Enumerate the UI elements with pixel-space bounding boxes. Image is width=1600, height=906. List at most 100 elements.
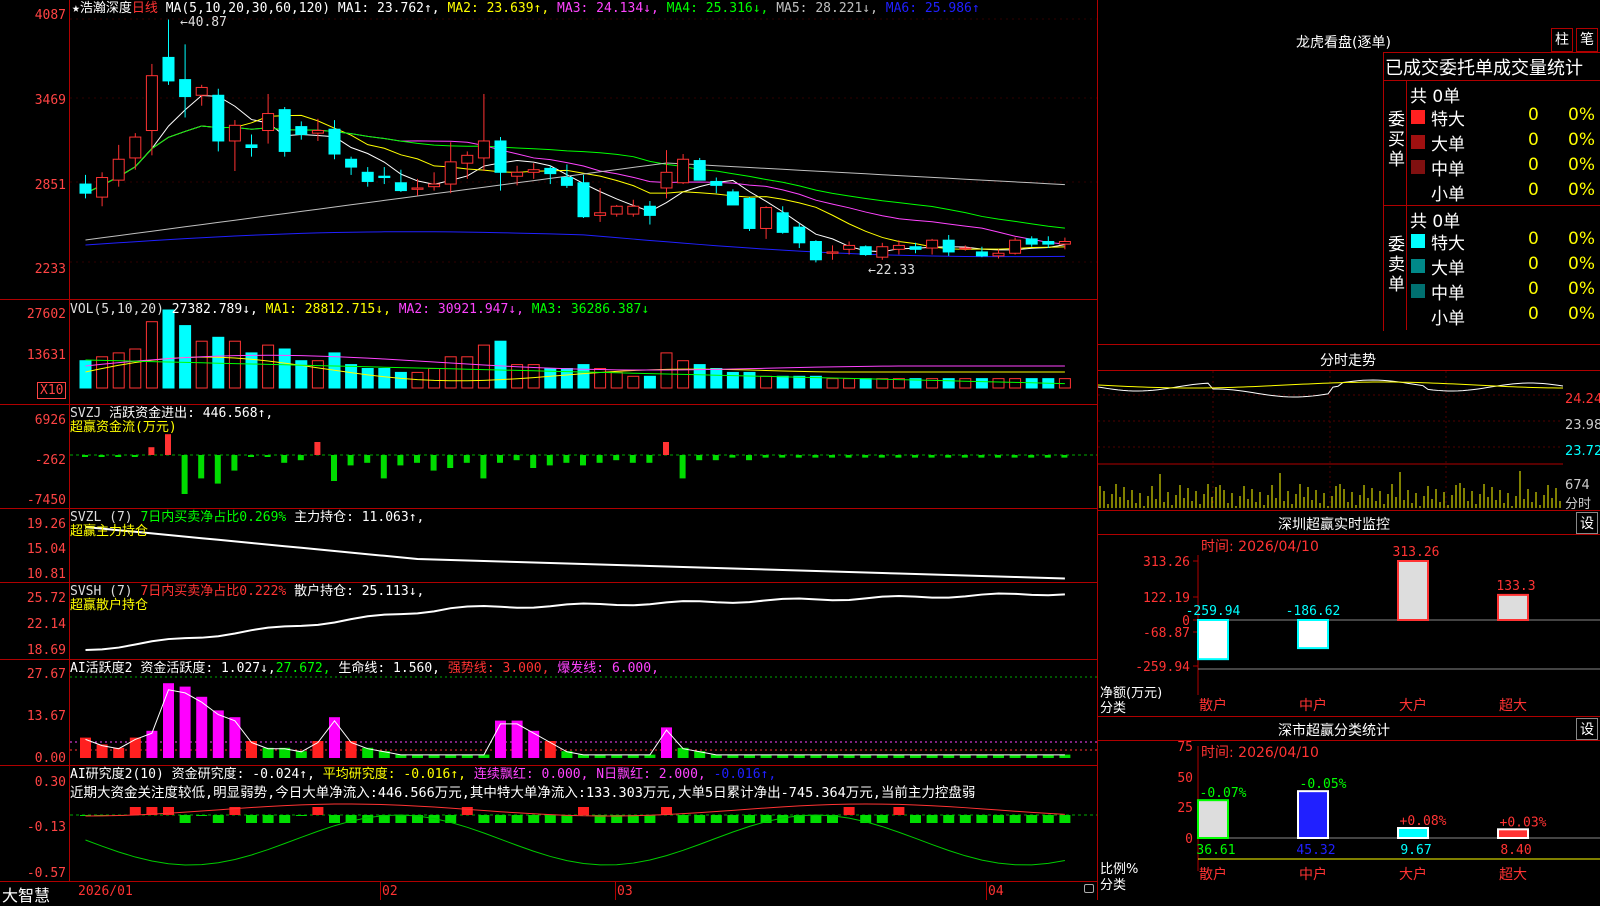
classify-value-label: 45.32	[1296, 843, 1335, 858]
svzj-bar	[165, 434, 171, 455]
brand-logo[interactable]: 大智慧	[2, 882, 50, 906]
row-label: 小单	[1431, 185, 1465, 205]
classify-settings-button[interactable]: 设	[1576, 718, 1598, 740]
classify-bar	[1497, 828, 1529, 839]
svzj-title: SVZJ	[70, 406, 102, 421]
ai1-axis-2: 0.00	[34, 751, 66, 766]
vol-ma2: MA2: 30921.947↓,	[398, 302, 524, 317]
candle-body	[394, 182, 407, 192]
ai2-bar	[362, 815, 374, 823]
candle-body	[112, 158, 125, 181]
ai2-bar	[262, 815, 274, 823]
ai2-bar	[478, 815, 490, 823]
volume-bar	[876, 378, 889, 389]
volume-bar	[378, 368, 391, 389]
candle-body	[677, 158, 690, 184]
volume-bar	[577, 364, 590, 389]
ai2-bar	[661, 807, 672, 815]
volume-bar	[179, 325, 192, 389]
volume-bar	[195, 340, 208, 389]
ai1-t1: 资金活跃度: 1.027↓,	[140, 661, 276, 676]
volume-bar	[693, 364, 706, 389]
ai1-bar	[113, 747, 125, 758]
svsh-axis-2: 18.69	[26, 643, 66, 658]
volume-bar	[776, 375, 789, 389]
candle-body	[162, 56, 175, 82]
ai2-bar	[395, 815, 407, 823]
ai2-bar	[511, 815, 523, 823]
ai2-axis-2: -0.57	[26, 866, 66, 881]
xaxis-label-3: 04	[988, 884, 1004, 899]
svzj-bar	[513, 455, 520, 461]
monitor-bottom-line	[1098, 716, 1600, 717]
svzj-bar	[845, 455, 852, 458]
candle-body	[1025, 238, 1038, 245]
svzj-bar	[1044, 455, 1051, 458]
svzj-bar	[912, 455, 918, 458]
ai1-axis-1: 13.67	[26, 709, 66, 724]
chart-area[interactable]: 4087 3469 2851 2233 27602 13631 X10 6926…	[0, 0, 1098, 905]
volume-bar	[859, 378, 872, 389]
kline-chart[interactable]	[70, 0, 1097, 881]
svzj-bar	[148, 447, 155, 455]
monitor-category: 散户	[1199, 697, 1227, 714]
btn-zhu[interactable]: 柱	[1551, 28, 1573, 52]
volume-bar	[311, 360, 324, 389]
row-value: 0	[1528, 229, 1539, 249]
monitor-settings-button[interactable]: 设	[1576, 512, 1598, 534]
svzj-bar	[331, 455, 337, 481]
svzj-subtitle: 超赢资金流(万元)	[70, 420, 177, 435]
candle-body	[378, 175, 391, 179]
candle-body	[926, 239, 939, 249]
svzj-axis-1: -262	[34, 453, 66, 468]
dragon-header-line	[1383, 80, 1600, 81]
svzj-bar	[629, 455, 636, 463]
svzj-bar	[895, 455, 902, 458]
ai2-t5: -0.016↑,	[713, 767, 777, 782]
classify-chart[interactable]: 75 50 25 0 -0.07% 36.61 散户 -0.05% 45.32 中户 +0.08% 9…	[1098, 741, 1600, 900]
svzj-bar	[712, 455, 719, 461]
candle-body	[627, 205, 640, 215]
svzj-bar	[380, 455, 387, 479]
dragon-bottom-line	[1098, 344, 1600, 345]
candle-body	[228, 124, 241, 142]
volume-bar	[511, 364, 524, 389]
candle-body	[527, 169, 540, 173]
svzj-bar	[729, 455, 736, 458]
volume-bar	[710, 368, 723, 389]
period-label[interactable]: 日线	[132, 1, 158, 16]
svzj-bar	[297, 455, 304, 461]
candle-body	[992, 252, 1005, 257]
svzj-bar	[696, 455, 703, 461]
row-label: 中单	[1431, 160, 1465, 180]
intraday-bottom-line	[1098, 510, 1600, 511]
volume-bar	[726, 371, 739, 389]
row-color-swatch	[1411, 234, 1425, 248]
volume-bar	[975, 378, 988, 389]
svzj-bar	[447, 455, 454, 468]
ai2-bar	[893, 807, 905, 815]
candle-body	[726, 191, 739, 206]
btn-bi[interactable]: 笔	[1576, 28, 1598, 52]
ai1-bar	[329, 717, 340, 758]
intraday-chart[interactable]	[1098, 371, 1563, 508]
svzj-bar	[397, 455, 404, 466]
monitor-category: 中户	[1299, 697, 1327, 714]
classify-change-label: +0.08%	[1400, 814, 1447, 829]
volume-bar	[428, 368, 441, 389]
ma5-line	[85, 162, 1065, 241]
volume-bar	[826, 378, 839, 389]
star-icon[interactable]: ★	[72, 1, 80, 16]
classify-value-label: 9.67	[1400, 843, 1431, 858]
ai1-bar	[312, 741, 324, 758]
monitor-chart[interactable]: 313.26122.190-68.87-259.94-259.94散户-186.…	[1098, 535, 1600, 715]
svzj-bar	[862, 455, 869, 458]
dragon-mid-line	[1383, 205, 1600, 206]
candle-body	[428, 183, 441, 188]
svzj-bar	[563, 455, 570, 463]
buy-total: 共 0单	[1410, 87, 1461, 107]
svzj-bar	[347, 455, 354, 466]
lock-icon[interactable]	[1084, 884, 1094, 893]
candle-body	[959, 247, 972, 250]
svzl-subtitle: 超赢主力持仓	[70, 524, 149, 539]
